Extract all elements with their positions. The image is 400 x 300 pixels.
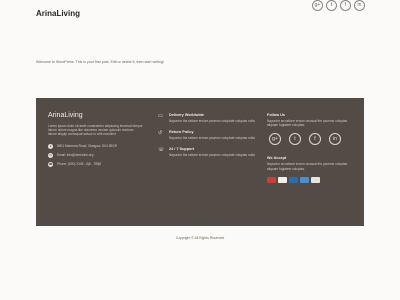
footer-brand: ArinaLiving <box>48 112 83 119</box>
facebook-icon[interactable]: f <box>309 133 321 146</box>
post-excerpt: Welcome to WordPress. This is your first… <box>36 60 164 64</box>
service-title: Delivery Worldwide <box>169 113 204 117</box>
facebook-icon[interactable]: f <box>340 0 351 11</box>
linkedin-icon[interactable]: in <box>354 0 365 11</box>
service-item: ▭ Delivery Worldwide Nayuntur tha ration… <box>158 113 258 123</box>
site-title[interactable]: ArinaLiving <box>36 9 80 18</box>
location-icon: ● <box>48 143 53 149</box>
visa-icon <box>289 176 298 183</box>
footer-services: ▭ Delivery Worldwide Nayuntur tha ration… <box>158 113 258 165</box>
headset-icon: ☏ <box>158 147 165 154</box>
follow-text: Nayuntur an ratione ercum unusual the ps… <box>267 119 348 128</box>
footer-social-links: g+ t f in <box>269 133 359 146</box>
return-icon: ↺ <box>158 130 163 137</box>
amex-icon <box>300 176 309 183</box>
service-item: ☏ 24 / 7 Support Nayuntur tha ratione er… <box>158 147 258 157</box>
mastercard-icon <box>267 176 276 183</box>
copyright: Copyright © All Rights Reserved <box>175 236 225 240</box>
email-text[interactable]: Email: info@demolink.org <box>57 153 93 157</box>
contact-phone: ☎ Phone: (800) 2345 - 6j8 - 789j0 <box>48 161 143 167</box>
service-text: Nayuntur tha ratione ercium psuemo volup… <box>169 153 255 158</box>
service-text: Nayuntur tha ratione ercium psuemo volup… <box>169 119 255 123</box>
footer-about: ArinaLiving Lorem ipsum dolor sit amet c… <box>48 112 143 171</box>
service-title: 24 / 7 Support <box>169 147 195 152</box>
site-footer: ArinaLiving Lorem ipsum dolor sit amet c… <box>36 98 364 226</box>
accept-title: We Accept <box>267 156 287 161</box>
footer-follow: Follow Us Nayuntur an ratione ercum unus… <box>267 113 359 183</box>
paypal-icon <box>278 176 287 183</box>
phone-icon: ☎ <box>48 161 53 167</box>
accept-text: Nayuntur an ratione ercum unusual the ps… <box>267 162 348 171</box>
linkedin-icon[interactable]: in <box>329 133 341 146</box>
service-item: ↺ Return Policy Nayuntur tha ratione erc… <box>158 130 258 140</box>
contact-address: ● 8901 Marmora Road, Glasgow, D04 89GR <box>48 143 143 149</box>
google-plus-icon[interactable]: g+ <box>312 0 323 11</box>
contact-email[interactable]: ✉ Email: info@demolink.org <box>48 152 143 158</box>
header-social-links: g+ t f in <box>312 0 365 11</box>
payment-methods <box>267 176 359 183</box>
footer-contact: ● 8901 Marmora Road, Glasgow, D04 89GR ✉… <box>48 143 143 167</box>
twitter-icon[interactable]: t <box>289 133 301 146</box>
mail-icon: ✉ <box>48 152 53 158</box>
footer-about-text: Lorem ipsum dolor sit amet consectetur a… <box>48 124 143 137</box>
google-plus-icon[interactable]: g+ <box>269 133 281 146</box>
phone-text: Phone: (800) 2345 - 6j8 - 789j0 <box>57 162 102 167</box>
twitter-icon[interactable]: t <box>326 0 337 11</box>
truck-icon: ▭ <box>158 113 163 119</box>
service-title: Return Policy <box>169 130 194 135</box>
address-text: 8901 Marmora Road, Glasgow, D04 89GR <box>57 144 118 149</box>
service-text: Nayuntur tha ratione ercium psuemo volup… <box>169 136 255 141</box>
follow-title: Follow Us <box>267 113 285 117</box>
bank-icon <box>311 176 320 183</box>
